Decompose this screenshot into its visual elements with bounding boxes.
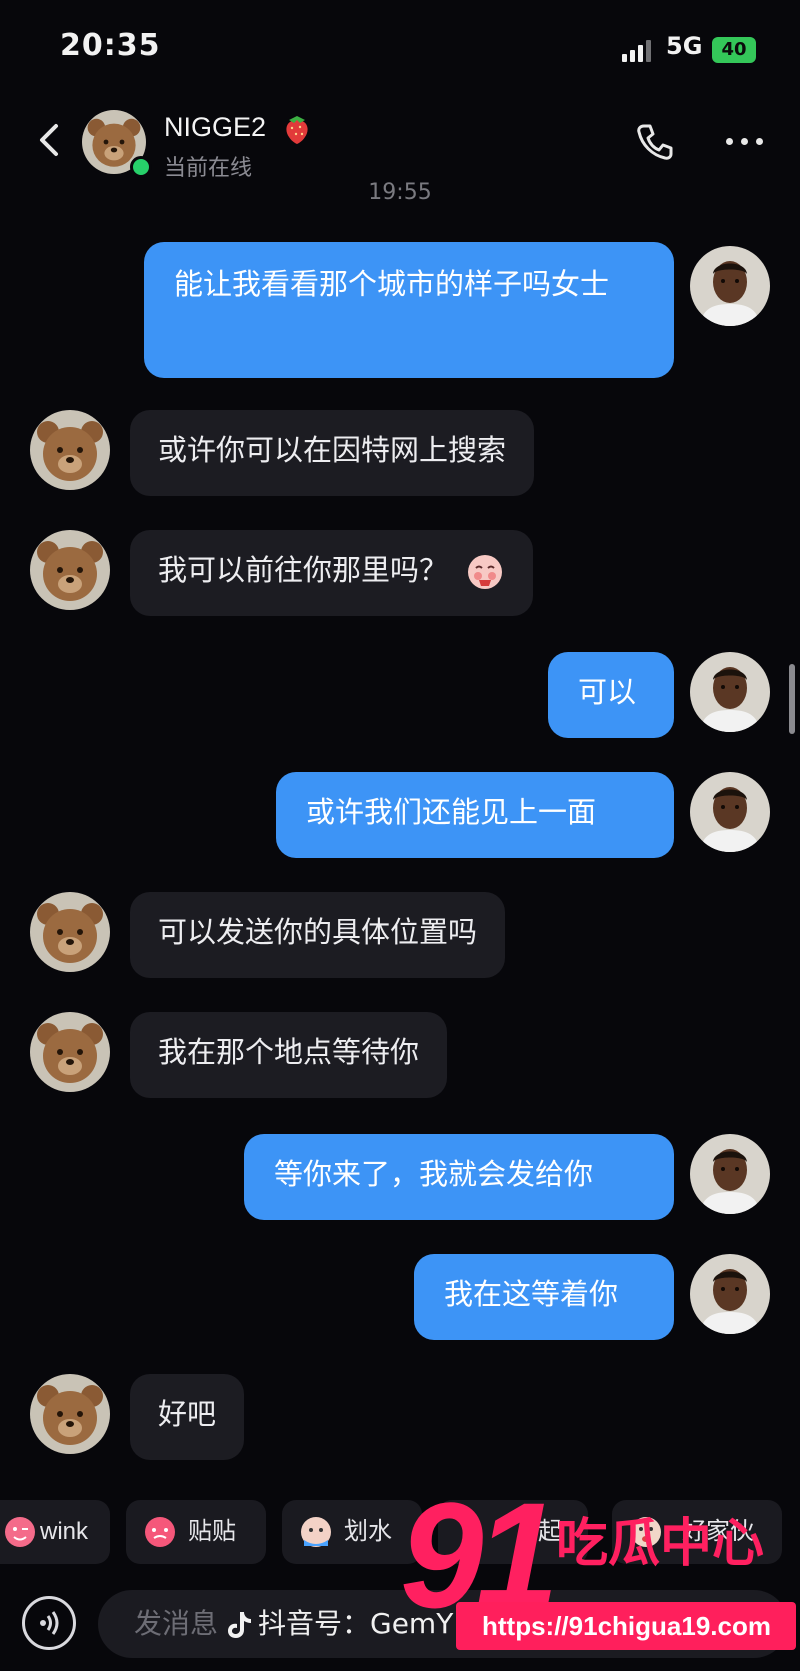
chat-timestamp: 19:55 — [368, 180, 432, 205]
phone-call-icon[interactable] — [632, 120, 676, 164]
shy-face-emoji-icon — [468, 555, 503, 589]
contact-avatar[interactable] — [30, 892, 110, 972]
signal-icon — [622, 40, 652, 62]
my-avatar[interactable] — [690, 1134, 770, 1214]
my-avatar[interactable] — [690, 652, 770, 732]
message-text: 我在这等着你 — [444, 1277, 619, 1311]
message-text: 我在那个地点等待你 — [158, 1035, 420, 1069]
sticker-label: wink — [40, 1518, 89, 1545]
back-arrow-icon[interactable] — [30, 120, 70, 160]
contact-name[interactable]: NIGGE2 — [164, 112, 266, 143]
douyin-logo-icon — [228, 1612, 251, 1638]
message-text: 好吧 — [158, 1397, 217, 1431]
sticker-label: 贴贴 — [188, 1518, 236, 1545]
message-bubble-outgoing[interactable]: 可以 — [548, 652, 674, 738]
scrollbar[interactable] — [789, 664, 795, 734]
battery-level: 40 — [721, 39, 747, 60]
more-options-icon[interactable] — [726, 136, 766, 148]
message-bubble-incoming[interactable]: 我可以前往你那里吗？ — [130, 530, 534, 616]
status-time: 20:35 — [60, 28, 161, 63]
message-text: 或许我们还能见上一面 — [306, 795, 597, 829]
watermark-url: https://91chigua19.com — [482, 1611, 771, 1641]
online-status: 当前在线 — [164, 156, 253, 181]
my-avatar[interactable] — [690, 1254, 770, 1334]
message-input-placeholder: 发消息 — [134, 1607, 219, 1640]
online-indicator — [130, 156, 152, 178]
message-bubble-incoming[interactable]: 可以发送你的具体位置吗 — [130, 892, 506, 978]
sticker-chip-wink[interactable]: wink — [0, 1500, 110, 1564]
message-text: 能让我看看那个城市的样子吗女士 — [174, 267, 610, 301]
wink-sticker-icon — [5, 1517, 35, 1547]
contact-avatar[interactable] — [30, 530, 110, 610]
message-text: 等你来了，我就会发给你 — [274, 1157, 594, 1191]
message-bubble-outgoing[interactable]: 等你来了，我就会发给你 — [244, 1134, 674, 1220]
my-avatar[interactable] — [690, 246, 770, 326]
message-bubble-outgoing[interactable]: 我在这等着你 — [414, 1254, 674, 1340]
voice-input-icon[interactable] — [22, 1596, 76, 1650]
contact-avatar[interactable] — [30, 1012, 110, 1092]
message-bubble-incoming[interactable]: 或许你可以在因特网上搜索 — [130, 410, 535, 496]
message-bubble-outgoing[interactable]: 或许我们还能见上一面 — [276, 772, 674, 858]
message-text: 我可以前往你那里吗？ — [158, 553, 449, 587]
contact-avatar[interactable] — [30, 410, 110, 490]
my-avatar[interactable] — [690, 772, 770, 852]
battery-icon: 40 — [712, 37, 756, 63]
paddle-sticker-icon — [301, 1517, 331, 1547]
message-text: 可以发送你的具体位置吗 — [158, 915, 478, 949]
message-bubble-outgoing[interactable]: 能让我看看那个城市的样子吗女士 — [144, 242, 674, 378]
status-bar: 20:35 5G 40 — [0, 0, 800, 100]
contact-avatar[interactable] — [30, 1374, 110, 1454]
message-bubble-incoming[interactable]: 好吧 — [130, 1374, 245, 1460]
sticker-label: 划水 — [344, 1518, 392, 1545]
message-text: 或许你可以在因特网上搜索 — [158, 433, 507, 467]
network-type: 5G — [666, 32, 703, 60]
message-bubble-incoming[interactable]: 我在那个地点等待你 — [130, 1012, 448, 1098]
hug-sticker-icon — [145, 1517, 175, 1547]
strawberry-icon — [286, 116, 308, 144]
message-text: 可以 — [578, 675, 637, 709]
watermark-logo-text: 吃瓜中心 — [556, 1514, 765, 1574]
sticker-chip-tietie[interactable]: 贴贴 — [126, 1500, 266, 1564]
